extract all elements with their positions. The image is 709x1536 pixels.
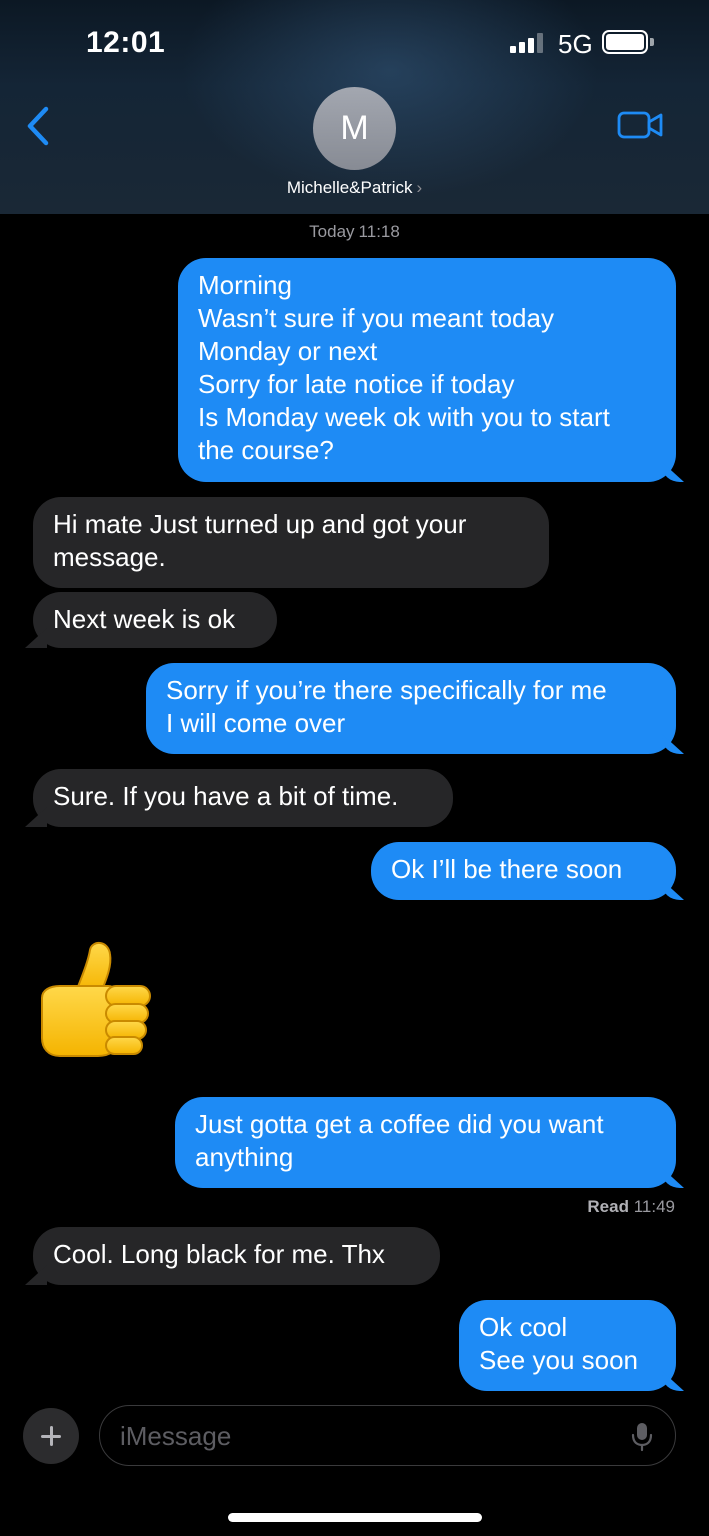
add-attachment-button[interactable] [23, 1408, 79, 1464]
microphone-icon[interactable] [631, 1422, 653, 1452]
received-message-bubble[interactable]: Sure. If you have a bit of time. [33, 769, 453, 827]
video-camera-icon [617, 111, 663, 139]
sent-message-bubble[interactable]: Morning Wasn’t sure if you meant today M… [178, 258, 676, 482]
sent-message-bubble[interactable]: Ok cool See you soon [459, 1300, 676, 1391]
timestamp-day: Today [309, 222, 355, 241]
sent-message-bubble[interactable]: Just gotta get a coffee did you want any… [175, 1097, 676, 1188]
contact-avatar[interactable]: M [313, 87, 396, 170]
home-indicator[interactable] [228, 1513, 482, 1522]
status-bar-time: 12:01 [86, 26, 166, 59]
read-receipt-label: Read [587, 1197, 629, 1216]
battery-icon [602, 30, 654, 54]
chevron-right-icon: › [416, 178, 423, 197]
conversation-header: 12:01 5G M Michelle&Patrick › [0, 0, 709, 214]
read-receipt-time: 11:49 [633, 1197, 675, 1216]
input-placeholder: iMessage [120, 1421, 232, 1451]
chevron-left-icon [27, 106, 49, 146]
sent-message-bubble[interactable]: Ok I’ll be there soon [371, 842, 676, 900]
cellular-signal-icon [510, 33, 546, 53]
received-message-bubble[interactable]: Next week is ok [33, 592, 277, 648]
contact-name-button[interactable]: Michelle&Patrick › [0, 178, 709, 198]
thumbs-up-icon[interactable] [36, 936, 154, 1060]
facetime-video-button[interactable] [617, 110, 665, 140]
contact-name: Michelle&Patrick [286, 178, 413, 197]
avatar-initial: M [340, 109, 369, 147]
network-type-label: 5G [558, 29, 593, 59]
received-message-bubble[interactable]: Hi mate Just turned up and got your mess… [33, 497, 549, 588]
timestamp-time: 11:18 [358, 222, 400, 241]
imessage-input[interactable]: iMessage [99, 1405, 676, 1466]
back-button[interactable] [22, 104, 56, 148]
sent-message-bubble[interactable]: Sorry if you’re there specifically for m… [146, 663, 676, 754]
received-message-bubble[interactable]: Cool. Long black for me. Thx [33, 1227, 440, 1285]
read-receipt: Read 11:49 [587, 1197, 675, 1217]
conversation-timestamp: Today 11:18 [0, 222, 709, 242]
